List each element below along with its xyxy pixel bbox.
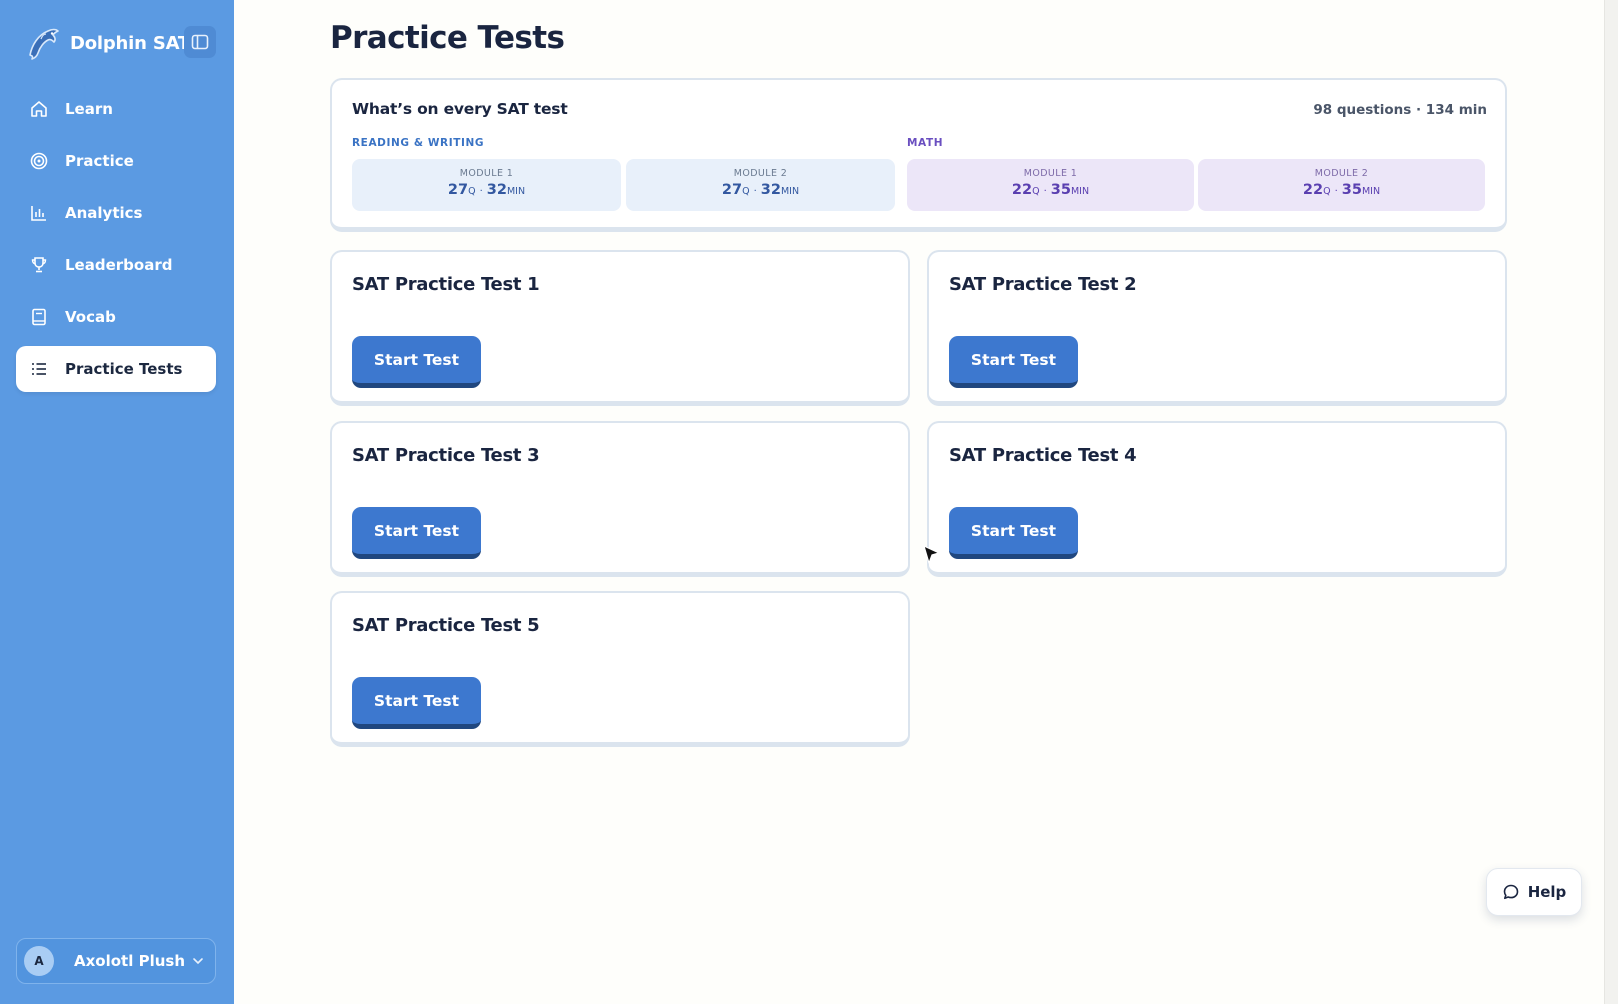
practice-test-card-4: SAT Practice Test 4 Start Test <box>927 421 1507 577</box>
list-icon <box>32 363 46 375</box>
test-title: SAT Practice Test 2 <box>949 274 1137 295</box>
sidebar-item-label: Practice <box>65 152 134 170</box>
sidebar-item-analytics[interactable]: Analytics <box>16 190 216 236</box>
rw-module-1: MODULE 1 27Q · 32MIN <box>352 159 621 211</box>
sidebar-item-practice-tests[interactable]: Practice Tests <box>16 346 216 392</box>
page-scrollbar[interactable] <box>1604 0 1618 1004</box>
test-title: SAT Practice Test 1 <box>352 274 540 295</box>
rw-module-2: MODULE 2 27Q · 32MIN <box>626 159 895 211</box>
sidebar-item-practice[interactable]: Practice <box>16 138 216 184</box>
module-stats: 22Q · 35MIN <box>1011 182 1090 198</box>
start-test-button-3[interactable]: Start Test <box>352 507 481 559</box>
user-name: Axolotl Plush <box>74 952 185 970</box>
start-test-button-4[interactable]: Start Test <box>949 507 1078 559</box>
dolphin-logo-icon <box>29 28 59 60</box>
sidebar-nav: Learn Practice Analytics Leaderboard Voc… <box>16 86 216 398</box>
book-icon <box>32 308 46 326</box>
module-label: MODULE 1 <box>1023 168 1078 179</box>
sidebar-item-label: Practice Tests <box>65 360 183 378</box>
start-test-button-5[interactable]: Start Test <box>352 677 481 729</box>
bar-chart-icon <box>31 206 46 221</box>
user-menu[interactable]: A Axolotl Plush <box>16 938 216 984</box>
practice-test-card-2: SAT Practice Test 2 Start Test <box>927 250 1507 406</box>
module-label: MODULE 2 <box>733 168 788 179</box>
sidebar-item-label: Leaderboard <box>65 256 173 274</box>
math-module-2: MODULE 2 22Q · 35MIN <box>1198 159 1485 211</box>
avatar: A <box>24 946 54 976</box>
brand[interactable]: Dolphin SAT <box>26 22 190 64</box>
overview-title: What’s on every SAT test <box>352 100 568 118</box>
mouse-cursor-icon <box>923 545 940 564</box>
sidebar-item-leaderboard[interactable]: Leaderboard <box>16 242 216 288</box>
help-button[interactable]: Help <box>1486 868 1582 916</box>
app-name: Dolphin SAT <box>70 32 191 54</box>
test-title: SAT Practice Test 4 <box>949 445 1137 466</box>
trophy-icon <box>31 257 47 273</box>
math-label: MATH <box>907 137 944 149</box>
practice-test-card-3: SAT Practice Test 3 Start Test <box>330 421 910 577</box>
module-stats: 27Q · 32MIN <box>721 182 800 198</box>
module-label: MODULE 2 <box>1314 168 1369 179</box>
overview-summary: 98 questions · 134 min <box>1313 102 1487 118</box>
home-icon <box>31 101 47 117</box>
sidebar: Dolphin SAT Learn Practice Analytics Lea… <box>0 0 234 1004</box>
sidebar-toggle-icon <box>191 34 209 50</box>
collapse-sidebar-button[interactable] <box>184 26 216 58</box>
reading-writing-label: READING & WRITING <box>352 137 485 149</box>
test-title: SAT Practice Test 5 <box>352 615 540 636</box>
sidebar-item-vocab[interactable]: Vocab <box>16 294 216 340</box>
practice-test-card-1: SAT Practice Test 1 Start Test <box>330 250 910 406</box>
help-label: Help <box>1527 883 1567 901</box>
test-title: SAT Practice Test 3 <box>352 445 540 466</box>
sidebar-item-label: Learn <box>65 100 113 118</box>
target-icon <box>30 152 48 170</box>
sidebar-item-learn[interactable]: Learn <box>16 86 216 132</box>
sidebar-item-label: Vocab <box>65 308 116 326</box>
sidebar-item-label: Analytics <box>65 204 143 222</box>
chevron-down-icon <box>193 958 203 965</box>
chat-bubble-icon <box>1503 884 1518 900</box>
sat-overview-card: What’s on every SAT test 98 questions · … <box>330 78 1507 232</box>
page-title: Practice Tests <box>330 20 565 56</box>
start-test-button-1[interactable]: Start Test <box>352 336 481 388</box>
module-stats: 22Q · 35MIN <box>1302 182 1381 198</box>
module-stats: 27Q · 32MIN <box>447 182 526 198</box>
start-test-button-2[interactable]: Start Test <box>949 336 1078 388</box>
math-module-1: MODULE 1 22Q · 35MIN <box>907 159 1194 211</box>
practice-test-card-5: SAT Practice Test 5 Start Test <box>330 591 910 747</box>
module-label: MODULE 1 <box>459 168 514 179</box>
